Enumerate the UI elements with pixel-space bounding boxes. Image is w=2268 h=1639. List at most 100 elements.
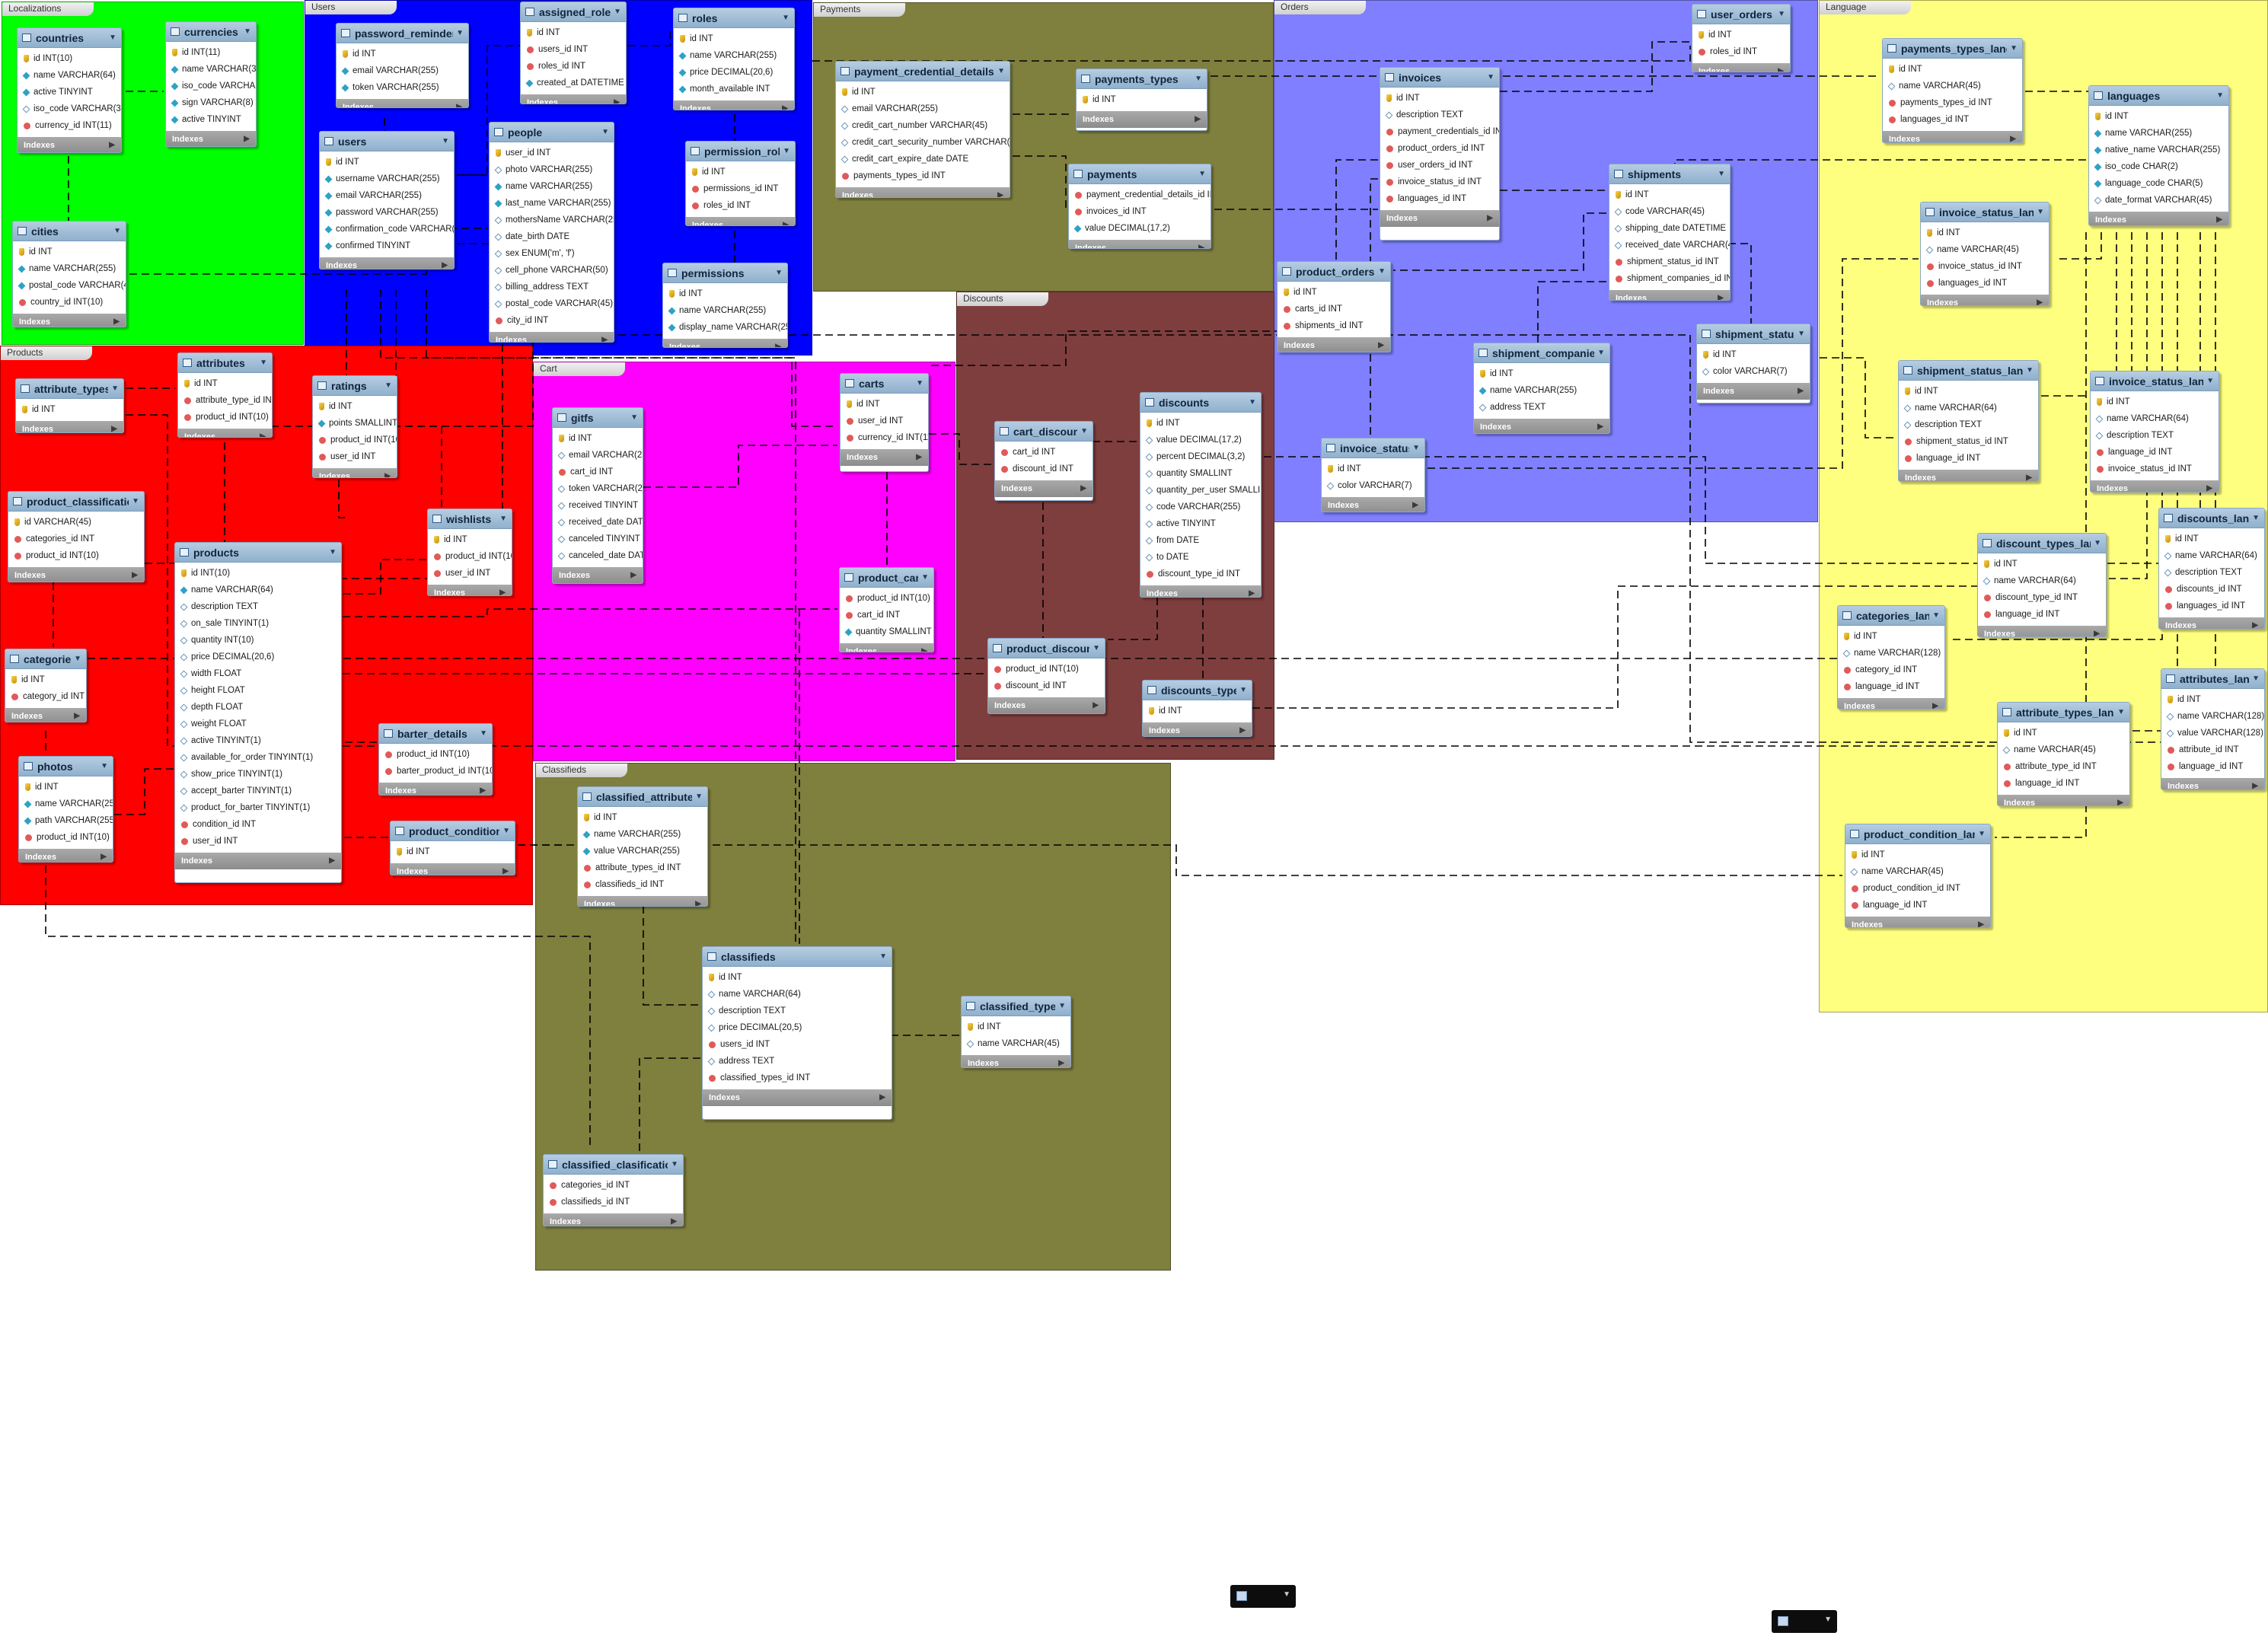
column-row[interactable]: user_id INT xyxy=(313,448,397,465)
indexes-bar[interactable]: Indexes ▶ xyxy=(1474,419,1609,433)
chevron-down-icon[interactable]: ▼ xyxy=(921,573,929,582)
chevron-down-icon[interactable]: ▼ xyxy=(879,952,887,961)
chevron-right-icon[interactable]: ▶ xyxy=(1058,1055,1064,1067)
table-header[interactable]: attribute_types_lang ▼ xyxy=(1998,703,2129,722)
chevron-right-icon[interactable]: ▶ xyxy=(329,853,335,869)
chevron-right-icon[interactable]: ▶ xyxy=(1195,111,1201,128)
table-header[interactable]: discounts_types▼ xyxy=(1143,681,1252,700)
column-row[interactable]: from DATE xyxy=(1140,532,1261,549)
chevron-right-icon[interactable]: ▶ xyxy=(2252,617,2258,629)
table-header[interactable]: attributes_lang ▼ xyxy=(2161,669,2264,689)
indexes-bar[interactable]: Indexes ▶ xyxy=(166,131,256,146)
column-row[interactable]: name VARCHAR(255) xyxy=(19,796,113,812)
indexes-bar[interactable]: Indexes ▶ xyxy=(1978,626,2106,636)
chevron-right-icon[interactable]: ▶ xyxy=(384,468,391,477)
chevron-right-icon[interactable]: ▶ xyxy=(2206,480,2212,492)
indexes-bar[interactable]: Indexes ▶ xyxy=(13,314,126,327)
column-row[interactable]: id INT xyxy=(13,244,126,260)
column-row[interactable]: id INT xyxy=(178,375,272,392)
table-header[interactable]: carts ▼ xyxy=(841,374,928,394)
table-product-classification[interactable]: product_classification ▼ id VARCHAR(45) ca… xyxy=(8,491,145,582)
column-row[interactable]: address TEXT xyxy=(703,1053,892,1070)
indexes-bar[interactable]: Indexes ▶ xyxy=(553,567,643,583)
column-row[interactable]: path VARCHAR(255) xyxy=(19,812,113,829)
column-row[interactable]: id INT xyxy=(674,30,794,47)
table-header[interactable]: payments ▼ xyxy=(1069,164,1211,184)
column-row[interactable]: language_id INT xyxy=(1899,450,2038,467)
table-header[interactable]: payments_types ▼ xyxy=(1077,69,1207,89)
column-row[interactable]: product_id INT(10) xyxy=(19,829,113,846)
chevron-down-icon[interactable]: ▼ xyxy=(1978,830,1986,838)
column-row[interactable]: id INT xyxy=(391,843,515,860)
column-row[interactable]: name VARCHAR(255) xyxy=(674,47,794,64)
column-row[interactable]: available_for_order TINYINT(1) xyxy=(175,749,341,766)
chevron-right-icon[interactable]: ▶ xyxy=(111,421,117,432)
column-row[interactable]: points SMALLINT xyxy=(313,415,397,432)
column-row[interactable]: active TINYINT(1) xyxy=(175,732,341,749)
table-header[interactable]: classified_types ▼ xyxy=(962,996,1070,1016)
indexes-bar[interactable]: Indexes ▶ xyxy=(1278,337,1390,352)
chevron-right-icon[interactable]: ▶ xyxy=(997,187,1003,197)
chevron-down-icon[interactable]: ▼ xyxy=(2252,514,2260,522)
chevron-right-icon[interactable]: ▶ xyxy=(695,896,701,906)
column-row[interactable]: price DECIMAL(20,6) xyxy=(674,64,794,81)
column-row[interactable]: languages_id INT xyxy=(2159,598,2264,614)
column-row[interactable]: name VARCHAR(45) xyxy=(1998,741,2129,758)
table-discounts[interactable]: discounts ▼ id INT value DECIMAL(17,2) perc… xyxy=(1140,392,1262,598)
chevron-right-icon[interactable]: ▶ xyxy=(614,94,620,104)
column-row[interactable]: cell_phone VARCHAR(50) xyxy=(490,262,614,279)
chevron-right-icon[interactable]: ▶ xyxy=(1378,337,1384,352)
column-row[interactable]: quantity_per_user SMALLINT xyxy=(1140,482,1261,499)
chevron-down-icon[interactable]: ▼ xyxy=(1239,686,1247,694)
column-row[interactable]: id INT xyxy=(1998,725,2129,741)
chevron-down-icon[interactable]: ▼ xyxy=(1198,170,1206,178)
table-roles[interactable]: roles ▼ id INT name VARCHAR(255) price DECI… xyxy=(673,8,795,110)
chevron-down-icon[interactable]: ▼ xyxy=(109,33,116,42)
table-invoices[interactable]: invoices ▼ id INT description TEXT payment_… xyxy=(1380,67,1500,241)
column-row[interactable]: discount_id INT xyxy=(995,461,1093,477)
indexes-bar[interactable]: Indexes ▶ xyxy=(1692,63,1790,72)
table-header[interactable]: cities ▼ xyxy=(13,222,126,241)
column-row[interactable]: language_id INT xyxy=(1838,678,1944,695)
chevron-down-icon[interactable]: ▼ xyxy=(1597,349,1605,357)
indexes-bar[interactable]: Indexes ▶ xyxy=(663,339,787,347)
table-header[interactable]: currencies ▼ xyxy=(166,22,256,42)
column-row[interactable]: date_format VARCHAR(45) xyxy=(2089,192,2228,209)
column-row[interactable]: id INT xyxy=(2089,108,2228,125)
table-header[interactable]: password_reminders ▼ xyxy=(337,24,468,43)
column-row[interactable]: iso_code VARCHA... xyxy=(166,78,256,94)
table-product-cart[interactable]: product_cart ▼ product_id INT(10) cart_id … xyxy=(839,567,934,652)
table-user-orders[interactable]: user_orders ▼ id INT roles_id INT Indexes ▶ xyxy=(1692,4,1791,72)
column-row[interactable]: quantity SMALLINT xyxy=(840,623,933,640)
column-row[interactable]: classified_types_id INT xyxy=(703,1070,892,1086)
indexes-bar[interactable]: Indexes ▶ xyxy=(379,783,492,795)
column-row[interactable]: id INT xyxy=(686,164,795,180)
chevron-down-icon[interactable]: ▼ xyxy=(499,515,507,523)
column-row[interactable]: user_id INT xyxy=(490,145,614,161)
column-row[interactable]: country_id INT(10) xyxy=(13,294,126,311)
indexes-bar[interactable]: Indexes ▶ xyxy=(5,708,86,722)
chevron-right-icon[interactable]: ▶ xyxy=(132,567,138,582)
column-row[interactable]: id INT xyxy=(1474,365,1609,382)
column-row[interactable]: canceled TINYINT xyxy=(553,531,643,547)
table-header[interactable]: payment_credential_details ▼ xyxy=(836,62,1010,81)
table-carts[interactable]: carts ▼ id INT user_id INT currency_id INT(… xyxy=(840,373,929,472)
column-row[interactable]: weight FLOAT xyxy=(175,716,341,732)
collapsed-table-1[interactable]: ▼ xyxy=(1230,1585,1296,1608)
chevron-down-icon[interactable]: ▼ xyxy=(2094,539,2101,547)
table-ratings[interactable]: ratings ▼ id INT points SMALLINT product_id… xyxy=(312,375,397,478)
column-row[interactable]: id INT xyxy=(1883,61,2022,78)
column-row[interactable]: value VARCHAR(255) xyxy=(578,843,707,859)
column-row[interactable]: user_id INT xyxy=(428,565,512,582)
table-header[interactable]: product_discount ▼ xyxy=(988,639,1105,658)
column-row[interactable]: id INT xyxy=(1921,225,2049,241)
column-row[interactable]: cart_id INT xyxy=(995,444,1093,461)
indexes-bar[interactable]: Indexes ▶ xyxy=(2159,617,2264,629)
column-row[interactable]: value DECIMAL(17,2) xyxy=(1140,432,1261,448)
table-product-conditions[interactable]: product_conditions ▼ id INT Indexes ▶ xyxy=(390,821,515,875)
indexes-bar[interactable]: Indexes ▶ xyxy=(1140,585,1261,597)
table-invoice-status-lang-2[interactable]: invoice_status_lang ▼ id INT name VARCHAR(… xyxy=(2090,371,2219,493)
chevron-right-icon[interactable]: ▶ xyxy=(100,849,107,862)
indexes-bar[interactable]: Indexes ▶ xyxy=(2161,778,2264,789)
chevron-down-icon[interactable]: ▼ xyxy=(384,381,392,390)
